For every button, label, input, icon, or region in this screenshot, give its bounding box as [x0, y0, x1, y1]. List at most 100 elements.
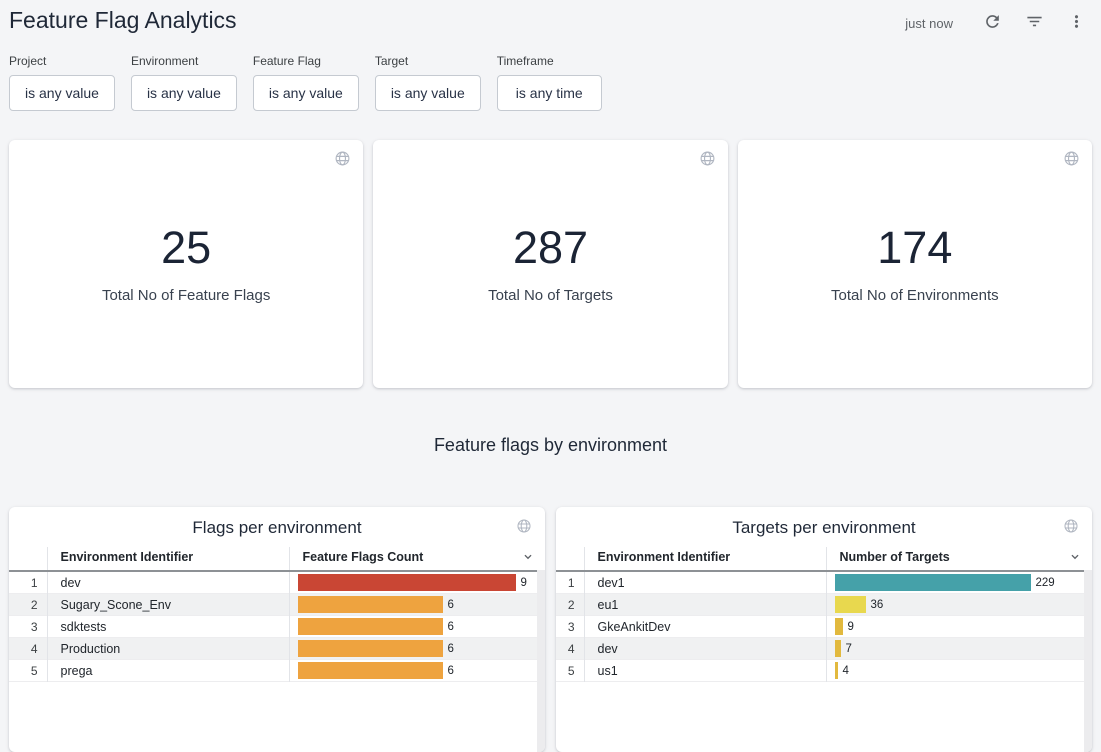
vertical-scrollbar[interactable]	[537, 570, 545, 752]
environment-identifier-cell[interactable]: GkeAnkitDev	[584, 616, 826, 638]
row-number: 3	[9, 616, 47, 638]
kpi-value: 287	[513, 225, 588, 270]
filter-target: Target is any value	[375, 54, 481, 111]
row-number-header	[556, 547, 584, 571]
table-row: 4dev7	[556, 638, 1092, 660]
filter-feature-flag-value-button[interactable]: is any value	[253, 75, 359, 111]
tile-total-environments: 174 Total No of Environments	[738, 140, 1092, 388]
globe-icon	[516, 518, 532, 534]
value-cell[interactable]: 229	[826, 571, 1092, 594]
tile-title: Targets per environment	[556, 507, 1092, 547]
kpi-label: Total No of Targets	[488, 287, 613, 304]
environment-identifier-cell[interactable]: eu1	[584, 594, 826, 616]
row-number: 1	[9, 571, 47, 594]
chevron-down-icon[interactable]	[520, 549, 536, 565]
environment-identifier-cell[interactable]: dev	[47, 571, 289, 594]
more-actions-button[interactable]	[1061, 8, 1091, 38]
environment-identifier-cell[interactable]: dev	[584, 638, 826, 660]
table-row: 4Production6	[9, 638, 545, 660]
kpi-label: Total No of Environments	[831, 287, 999, 304]
value-cell[interactable]: 4	[826, 660, 1092, 682]
tile-flags-per-environment: Flags per environment Environment Identi…	[9, 507, 545, 752]
dashboard-header: Feature Flag Analytics just now	[0, 0, 1101, 38]
value-cell[interactable]: 7	[826, 638, 1092, 660]
globe-icon	[334, 150, 351, 167]
row-number: 4	[9, 638, 47, 660]
environment-identifier-cell[interactable]: sdktests	[47, 616, 289, 638]
value-label: 6	[448, 599, 454, 611]
tile-total-feature-flags: 25 Total No of Feature Flags	[9, 140, 363, 388]
value-label: 9	[521, 577, 527, 589]
tile-targets-per-environment: Targets per environment Environment Iden…	[556, 507, 1092, 752]
value-cell[interactable]: 9	[826, 616, 1092, 638]
section-title: Feature flags by environment	[0, 435, 1101, 456]
kpi-row: 25 Total No of Feature Flags 287 Total N…	[9, 140, 1092, 388]
page-title: Feature Flag Analytics	[9, 5, 237, 36]
value-cell[interactable]: 36	[826, 594, 1092, 616]
value-label: 36	[871, 599, 884, 611]
table-header-row: Environment Identifier Number of Targets	[556, 547, 1092, 571]
flags-per-environment-table: Environment Identifier Feature Flags Cou…	[9, 547, 545, 682]
row-number: 5	[556, 660, 584, 682]
filter-label: Target	[375, 54, 481, 68]
row-number: 2	[556, 594, 584, 616]
value-bar	[835, 640, 841, 657]
environment-identifier-cell[interactable]: dev1	[584, 571, 826, 594]
filter-label: Environment	[131, 54, 237, 68]
vertical-scrollbar[interactable]	[1084, 570, 1092, 752]
value-bar	[298, 618, 443, 635]
filter-bar: Project is any value Environment is any …	[0, 38, 1101, 111]
table-row: 2Sugary_Scone_Env 6	[9, 594, 545, 616]
filter-list-icon	[1025, 12, 1044, 34]
chevron-down-icon[interactable]	[1067, 549, 1083, 565]
refresh-button[interactable]	[977, 8, 1007, 38]
table-row: 1dev 9	[9, 571, 545, 594]
table-row: 1dev1 229	[556, 571, 1092, 594]
last-refreshed-status: just now	[905, 16, 953, 31]
filter-project: Project is any value	[9, 54, 115, 111]
kpi-value: 174	[877, 225, 952, 270]
value-bar	[835, 618, 843, 635]
value-bar	[298, 662, 443, 679]
column-header-feature-flags-count[interactable]: Feature Flags Count	[289, 547, 545, 571]
targets-per-environment-table: Environment Identifier Number of Targets…	[556, 547, 1092, 682]
table-header-row: Environment Identifier Feature Flags Cou…	[9, 547, 545, 571]
value-cell[interactable]: 6	[289, 638, 545, 660]
environment-identifier-cell[interactable]: prega	[47, 660, 289, 682]
table-row: 2eu1 36	[556, 594, 1092, 616]
table-row: 3sdktests6	[9, 616, 545, 638]
row-number: 2	[9, 594, 47, 616]
environment-identifier-cell[interactable]: Production	[47, 638, 289, 660]
row-number-header	[9, 547, 47, 571]
globe-icon	[699, 150, 716, 167]
value-bar	[298, 640, 443, 657]
value-label: 7	[846, 643, 852, 655]
value-bar	[298, 574, 516, 591]
column-header-environment-identifier[interactable]: Environment Identifier	[47, 547, 289, 571]
value-cell[interactable]: 6	[289, 616, 545, 638]
filter-environment-value-button[interactable]: is any value	[131, 75, 237, 111]
environment-identifier-cell[interactable]: Sugary_Scone_Env	[47, 594, 289, 616]
table-row: 3GkeAnkitDev9	[556, 616, 1092, 638]
row-number: 1	[556, 571, 584, 594]
filter-label: Project	[9, 54, 115, 68]
value-cell[interactable]: 6	[289, 594, 545, 616]
filter-project-value-button[interactable]: is any value	[9, 75, 115, 111]
value-cell[interactable]: 9	[289, 571, 545, 594]
filter-feature-flag: Feature Flag is any value	[253, 54, 359, 111]
column-header-number-of-targets[interactable]: Number of Targets	[826, 547, 1092, 571]
environment-identifier-cell[interactable]: us1	[584, 660, 826, 682]
filter-timeframe-value-button[interactable]: is any time	[497, 75, 602, 111]
value-label: 229	[1036, 577, 1055, 589]
filter-label: Timeframe	[497, 54, 602, 68]
dashboard-filters-button[interactable]	[1019, 8, 1049, 38]
filter-target-value-button[interactable]: is any value	[375, 75, 481, 111]
tile-title: Flags per environment	[9, 507, 545, 547]
row-number: 3	[556, 616, 584, 638]
value-cell[interactable]: 6	[289, 660, 545, 682]
table-row: 5prega6	[9, 660, 545, 682]
column-header-environment-identifier[interactable]: Environment Identifier	[584, 547, 826, 571]
kpi-value: 25	[161, 225, 211, 270]
filter-timeframe: Timeframe is any time	[497, 54, 602, 111]
header-actions: just now	[905, 5, 1091, 38]
